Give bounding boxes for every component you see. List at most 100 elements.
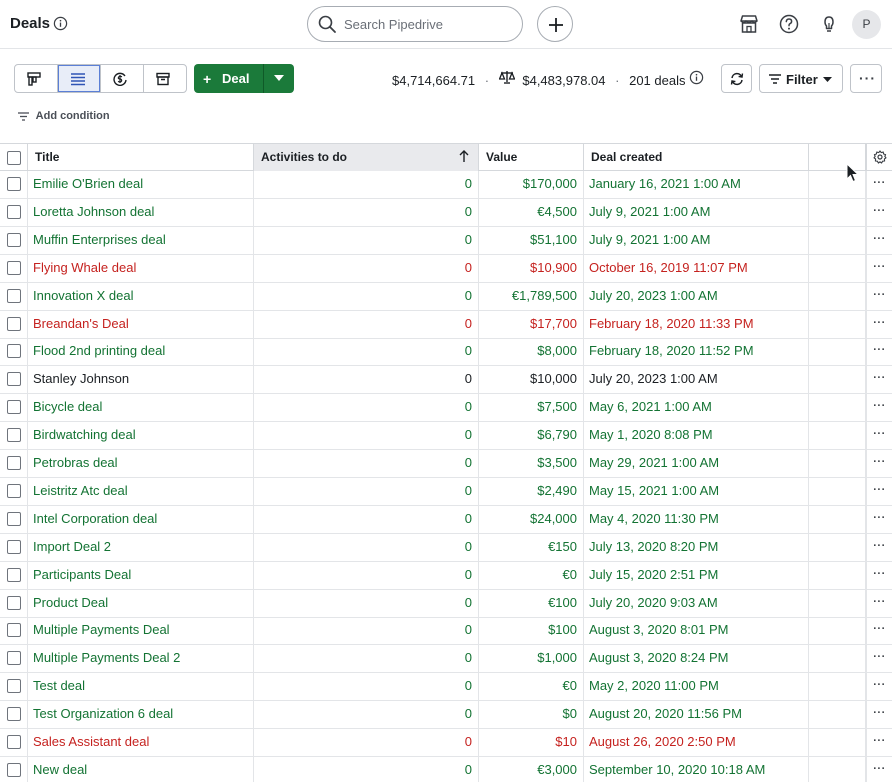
table-row[interactable]: Participants Deal 0 €0 July 15, 2020 2:51 P… [0, 561, 892, 590]
deal-title-link[interactable]: Test Organization 6 deal [28, 701, 254, 729]
deal-title-link[interactable]: Stanley Johnson [28, 366, 254, 394]
deal-title-link[interactable]: Multiple Payments Deal [28, 617, 254, 645]
table-row[interactable]: Test Organization 6 deal 0 $0 August 20, 20… [0, 701, 892, 730]
column-header-value[interactable]: Value [479, 144, 584, 171]
table-row[interactable]: Muffin Enterprises deal 0 $51,100 July 9, 2… [0, 226, 892, 255]
table-row[interactable]: Birdwatching deal 0 $6,790 May 1, 2020 8:08… [0, 422, 892, 451]
row-checkbox[interactable] [7, 456, 21, 470]
deal-title-link[interactable]: Leistritz Atc deal [28, 477, 254, 505]
deal-title-link[interactable]: Participants Deal [28, 561, 254, 589]
row-checkbox[interactable] [7, 288, 21, 303]
table-row[interactable]: Test deal 0 €0 May 2, 2020 11:00 PM ··· [0, 673, 892, 702]
row-checkbox[interactable] [7, 567, 21, 582]
row-checkbox[interactable] [7, 595, 21, 610]
info-icon[interactable] [689, 70, 704, 85]
archive-view-button[interactable] [144, 65, 186, 92]
row-checkbox[interactable] [7, 260, 21, 275]
row-checkbox[interactable] [7, 400, 21, 415]
row-checkbox[interactable] [7, 428, 21, 443]
row-more-button[interactable]: ··· [866, 254, 892, 282]
table-row[interactable]: Intel Corporation deal 0 $24,000 May 4, 202… [0, 505, 892, 534]
help-icon[interactable] [778, 13, 800, 35]
row-checkbox[interactable] [7, 679, 21, 694]
table-row[interactable]: Multiple Payments Deal 0 $100 August 3, 202… [0, 617, 892, 646]
deal-title-link[interactable]: Multiple Payments Deal 2 [28, 645, 254, 673]
row-checkbox[interactable] [7, 344, 21, 359]
table-row[interactable]: Bicycle deal 0 $7,500 May 6, 2021 1:00 AM ··… [0, 394, 892, 423]
quick-add-button[interactable] [537, 6, 573, 42]
deal-title-link[interactable]: Emilie O'Brien deal [28, 171, 254, 198]
row-more-button[interactable]: ··· [866, 729, 892, 756]
table-row[interactable]: Leistritz Atc deal 0 $2,490 May 15, 2021 1:… [0, 477, 892, 506]
row-more-button[interactable]: ··· [866, 505, 892, 533]
table-row[interactable]: Sales Assistant deal 0 $10 August 26, 2020 … [0, 729, 892, 757]
table-row[interactable]: Breandan's Deal 0 $17,700 February 18, 2020… [0, 310, 892, 339]
row-checkbox[interactable] [7, 204, 21, 219]
column-header-deal-created[interactable]: Deal created [584, 144, 809, 171]
row-more-button[interactable]: ··· [866, 589, 892, 617]
deal-title-link[interactable]: Product Deal [28, 589, 254, 617]
row-checkbox[interactable] [7, 483, 21, 498]
row-checkbox[interactable] [7, 623, 21, 638]
row-checkbox[interactable] [7, 372, 21, 387]
row-more-button[interactable]: ··· [866, 338, 892, 366]
table-row[interactable]: Stanley Johnson 0 $10,000 July 20, 2023 1:0… [0, 366, 892, 395]
add-condition-button[interactable]: Add condition [18, 110, 110, 122]
row-more-button[interactable]: ··· [866, 533, 892, 561]
more-actions-button[interactable]: ··· [850, 64, 882, 93]
table-row[interactable]: Flood 2nd printing deal 0 $8,000 February 1… [0, 338, 892, 367]
deal-title-link[interactable]: Petrobras deal [28, 450, 254, 477]
marketplace-icon[interactable] [738, 13, 760, 35]
deal-title-link[interactable]: Loretta Johnson deal [28, 198, 254, 226]
row-more-button[interactable]: ··· [866, 394, 892, 422]
lightbulb-icon[interactable] [818, 13, 840, 35]
refresh-button[interactable] [721, 64, 752, 93]
table-row[interactable]: Petrobras deal 0 $3,500 May 29, 2021 1:00 A… [0, 450, 892, 478]
row-more-button[interactable]: ··· [866, 450, 892, 477]
pipeline-view-button[interactable] [15, 65, 58, 92]
avatar[interactable]: P [852, 10, 881, 39]
row-more-button[interactable]: ··· [866, 310, 892, 338]
gear-icon[interactable] [873, 150, 887, 164]
sort-ascending-icon[interactable] [459, 150, 469, 162]
row-checkbox[interactable] [7, 651, 21, 666]
deal-title-link[interactable]: Import Deal 2 [28, 533, 254, 561]
deal-title-link[interactable]: Test deal [28, 673, 254, 701]
row-more-button[interactable]: ··· [866, 756, 892, 782]
row-more-button[interactable]: ··· [866, 198, 892, 226]
row-more-button[interactable]: ··· [866, 645, 892, 673]
deal-title-link[interactable]: Flood 2nd printing deal [28, 338, 254, 366]
add-deal-dropdown[interactable] [265, 64, 294, 93]
search-input[interactable]: Search Pipedrive [307, 6, 523, 42]
row-checkbox[interactable] [7, 735, 21, 749]
row-more-button[interactable]: ··· [866, 171, 892, 198]
deal-title-link[interactable]: Flying Whale deal [28, 254, 254, 282]
list-view-button[interactable] [58, 65, 101, 92]
table-row[interactable]: Innovation X deal 0 €1,789,500 July 20, 202… [0, 282, 892, 311]
row-checkbox[interactable] [7, 177, 21, 191]
select-all-checkbox[interactable] [7, 151, 21, 165]
row-more-button[interactable]: ··· [866, 561, 892, 589]
table-row[interactable]: Import Deal 2 0 €150 July 13, 2020 8:20 PM ·… [0, 533, 892, 562]
add-deal-button[interactable]: + Deal [194, 64, 264, 93]
row-more-button[interactable]: ··· [866, 617, 892, 645]
row-checkbox[interactable] [7, 539, 21, 554]
row-checkbox[interactable] [7, 707, 21, 722]
table-row[interactable]: New deal 0 €3,000 September 10, 2020 10:18 … [0, 756, 892, 782]
table-row[interactable]: Product Deal 0 €100 July 20, 2020 9:03 AM ··… [0, 589, 892, 618]
filter-button[interactable]: Filter [759, 64, 843, 93]
row-more-button[interactable]: ··· [866, 673, 892, 701]
table-row[interactable]: Flying Whale deal 0 $10,900 October 16, 201… [0, 254, 892, 283]
deal-title-link[interactable]: Intel Corporation deal [28, 505, 254, 533]
row-more-button[interactable]: ··· [866, 282, 892, 310]
deal-title-link[interactable]: Innovation X deal [28, 282, 254, 310]
deal-title-link[interactable]: Sales Assistant deal [28, 729, 254, 756]
row-more-button[interactable]: ··· [866, 422, 892, 450]
info-icon[interactable] [53, 16, 68, 31]
table-row[interactable]: Emilie O'Brien deal 0 $170,000 January 16, … [0, 171, 892, 199]
column-header-activities[interactable]: Activities to do [254, 144, 479, 171]
row-checkbox[interactable] [7, 511, 21, 526]
table-row[interactable]: Loretta Johnson deal 0 €4,500 July 9, 2021 … [0, 198, 892, 227]
deal-title-link[interactable]: New deal [28, 756, 254, 782]
table-row[interactable]: Multiple Payments Deal 2 0 $1,000 August 3,… [0, 645, 892, 674]
